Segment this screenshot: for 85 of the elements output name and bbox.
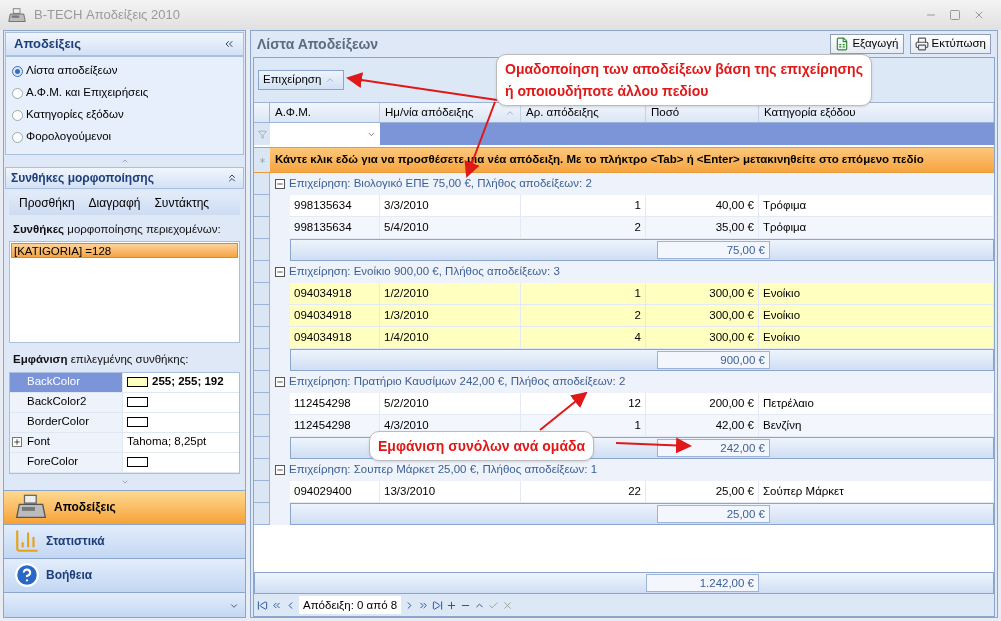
row-indicator[interactable] (254, 217, 270, 239)
maximize-icon[interactable] (949, 9, 961, 21)
bar-chart-icon (14, 528, 40, 554)
window-title: B-TECH Αποδείξεις 2010 (34, 6, 180, 25)
table-row[interactable]: 998135634 5/4/2010 2 35,00 € Τρόφιμα (254, 217, 994, 239)
nav-button[interactable]: Στατιστικά (4, 523, 245, 558)
toolbar-button[interactable]: Εκτύπωση (909, 34, 991, 54)
toolbar-button[interactable]: Συντάκτης (154, 194, 210, 212)
field-label: Εμφάνιση επιλεγμένης συνθήκης: (12, 352, 190, 368)
grand-total: 1.242,00 € (646, 574, 759, 592)
radio-indicator[interactable] (12, 65, 23, 77)
collapse-icon[interactable] (226, 172, 238, 184)
row-indicator[interactable] (254, 371, 270, 393)
property-value: 255; 255; 192 (152, 374, 224, 390)
radio-indicator[interactable] (12, 87, 23, 99)
close-icon[interactable] (973, 9, 985, 21)
row-indicator[interactable] (254, 173, 270, 195)
row-indicator[interactable] (254, 195, 270, 217)
help-icon (14, 562, 40, 588)
group-total: 75,00 € (657, 241, 770, 259)
row-indicator[interactable] (254, 459, 270, 481)
first-record-icon[interactable] (257, 599, 268, 611)
field-label: Συνθήκες μορφοποίησης περιεχομένων: (12, 222, 222, 237)
row-indicator[interactable] (254, 305, 270, 327)
table-row[interactable]: 112454298 5/2/2010 12 200,00 € Πετρέλαιο (254, 393, 994, 415)
annotation-arrow (539, 391, 588, 431)
filter-icon (257, 129, 267, 139)
add-icon[interactable] (446, 599, 458, 611)
panel-title: Λίστα Αποδείξεων (257, 34, 379, 54)
property-value: Tahoma; 8,25pt (127, 434, 207, 450)
panel-title: Συνθήκες μορφοποίησης (11, 170, 154, 187)
radio-indicator[interactable] (12, 131, 23, 143)
row-indicator[interactable] (254, 393, 270, 415)
collapse-toggle-icon[interactable] (275, 267, 285, 277)
check-icon[interactable] (488, 599, 500, 611)
expand-icon[interactable] (12, 437, 22, 447)
radio-option[interactable]: Φορολογούμενοι (12, 129, 237, 145)
record-counter: Απόδειξη: 0 από 8 (299, 596, 402, 614)
row-indicator[interactable] (254, 283, 270, 305)
cash-register-icon (8, 7, 26, 23)
group-by-chip[interactable]: Επιχείρηση (258, 70, 344, 90)
cancel-icon[interactable] (502, 599, 514, 611)
table-row[interactable]: 094034918 1/2/2010 1 300,00 € Ενοίκιο (254, 283, 994, 305)
last-record-icon[interactable] (432, 599, 444, 611)
row-indicator[interactable] (254, 415, 270, 437)
row-indicator[interactable] (254, 437, 270, 459)
cash-register-icon (14, 494, 48, 520)
row-indicator[interactable] (254, 503, 270, 525)
radio-indicator[interactable] (12, 109, 23, 121)
column-header[interactable]: Α.Φ.Μ. (270, 103, 380, 122)
table-row[interactable]: 094034918 1/3/2010 2 300,00 € Ενοίκιο (254, 305, 994, 327)
radio-option[interactable]: Κατηγορίες εξόδων (12, 107, 237, 123)
table-row[interactable]: 094034918 1/4/2010 4 300,00 € Ενοίκιο (254, 327, 994, 349)
filter-field[interactable] (270, 123, 380, 145)
nav-button[interactable]: Βοήθεια (4, 557, 245, 592)
radio-option[interactable]: Α.Φ.Μ. και Επιχειρήσεις (12, 85, 237, 101)
row-indicator[interactable] (254, 239, 270, 261)
row-indicator[interactable] (254, 261, 270, 283)
row-indicator[interactable] (254, 481, 270, 503)
group-total: 242,00 € (657, 439, 770, 457)
collapse-toggle-icon[interactable] (275, 377, 285, 387)
callout: Εμφάνιση συνόλων ανά ομάδα (369, 431, 595, 461)
toolbar-button[interactable]: Διαγραφή (88, 194, 141, 212)
radio-option[interactable]: Λίστα αποδείξεων (12, 63, 237, 79)
dropdown-icon[interactable] (229, 601, 239, 611)
callout: Ομαδοποίηση των αποδείξεων βάση της επιχείρησης ή οποιουδήποτε άλλου πεδίου (496, 54, 872, 106)
new-row-icon (257, 155, 267, 165)
spreadsheet-icon (835, 37, 850, 51)
table-row[interactable]: 094029400 13/3/2010 22 25,00 € Σούπερ Μάρκετ (254, 481, 994, 503)
collapse-icon[interactable] (223, 38, 235, 50)
row-indicator[interactable] (254, 327, 270, 349)
table-row[interactable]: 998135634 3/3/2010 1 40,00 € Τρόφιμα (254, 195, 994, 217)
row-indicator[interactable] (254, 349, 270, 371)
table-row[interactable]: 112454298 4/3/2010 1 42,00 € Βενζίνη (254, 415, 994, 437)
panel-title: Αποδείξεις (14, 35, 81, 54)
collapse-toggle-icon[interactable] (275, 179, 285, 189)
collapse-toggle-icon[interactable] (275, 465, 285, 475)
group-total: 25,00 € (657, 505, 770, 523)
sort-icon (325, 75, 336, 85)
print-icon (914, 37, 929, 51)
nav-button[interactable]: Αποδείξεις (4, 489, 245, 524)
condition-item[interactable]: [KATIGORIA] =128 (11, 243, 238, 259)
group-total: 900,00 € (657, 351, 770, 369)
toolbar-button[interactable]: Προσθήκη (19, 194, 75, 212)
toolbar-button[interactable]: Εξαγωγή (830, 34, 904, 54)
